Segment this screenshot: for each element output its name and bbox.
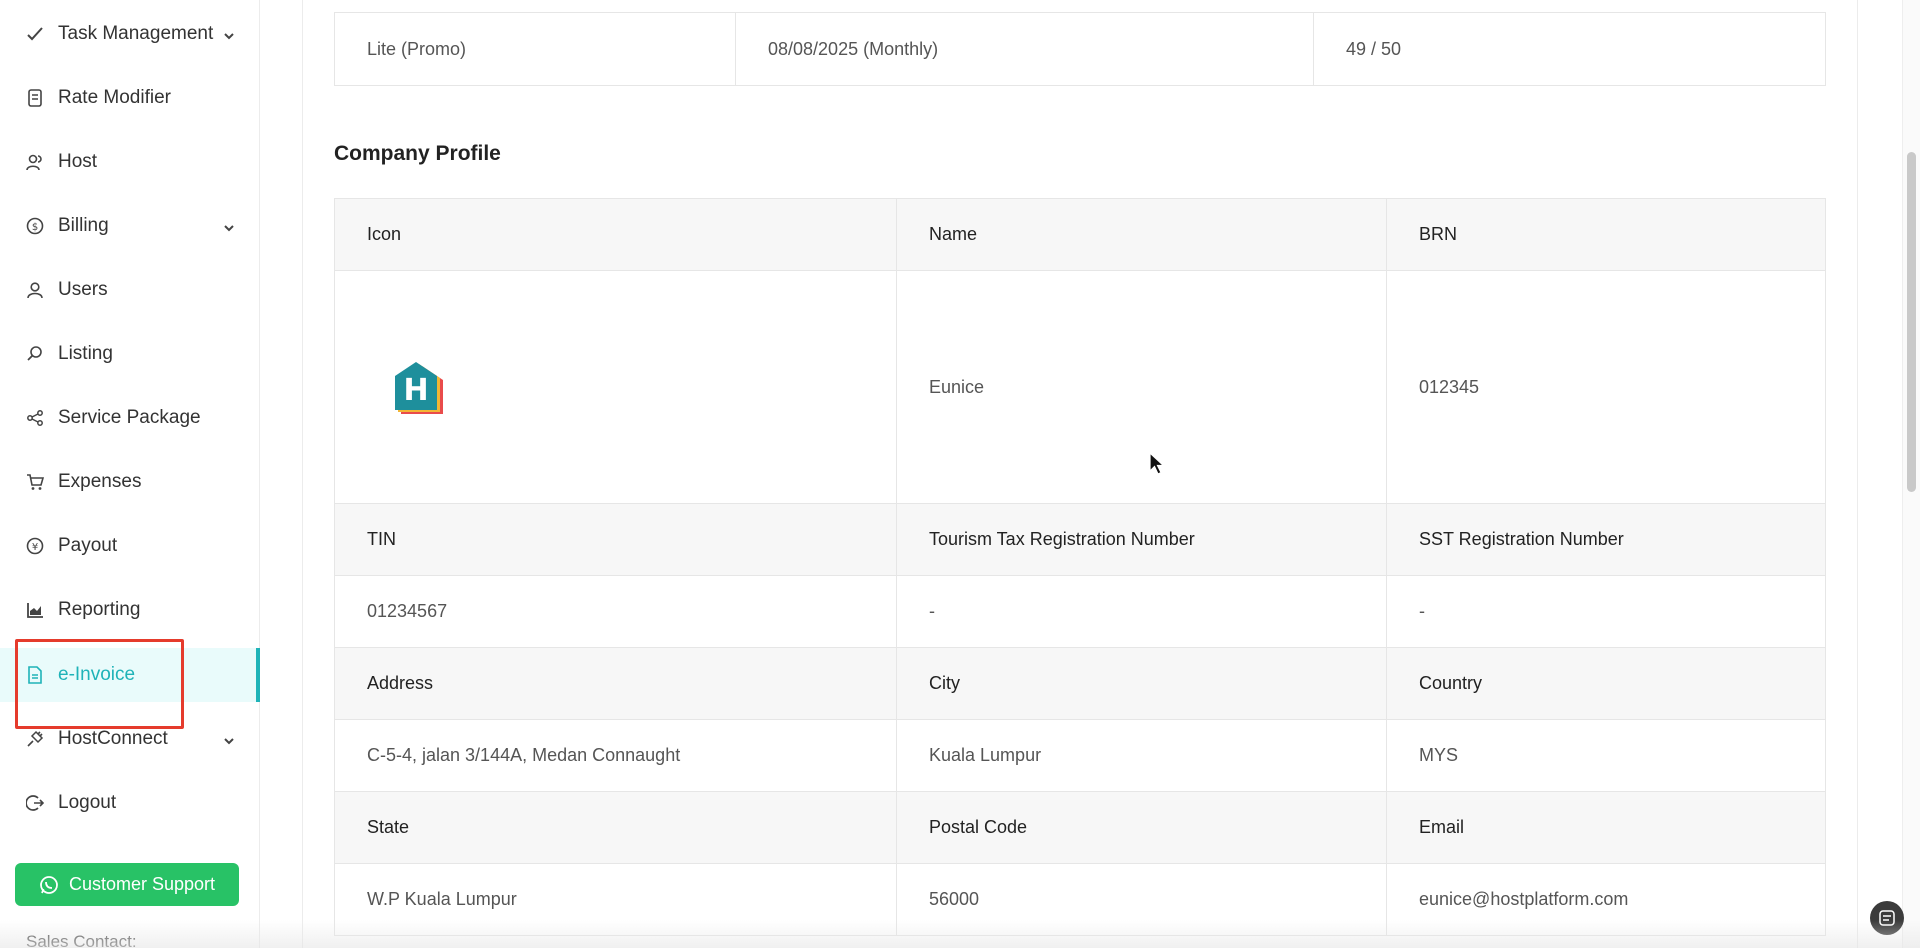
header-sst: SST Registration Number [1386, 503, 1826, 576]
customer-support-label: Customer Support [68, 874, 216, 894]
sidebar-item-label: Task Management [58, 23, 214, 44]
rate-icon [26, 89, 44, 107]
table-header-row: State Postal Code Email [334, 791, 1826, 864]
sidebar-item-hostconnect[interactable]: HostConnect [0, 712, 260, 766]
sales-contact-label: Sales Contact: [26, 932, 137, 948]
search-icon [26, 345, 44, 363]
sidebar-item-listing[interactable]: Listing [0, 327, 260, 381]
table-row: C-5-4, jalan 3/144A, Medan Connaught Kua… [334, 719, 1826, 792]
header-brn: BRN [1386, 198, 1826, 271]
logout-icon [26, 794, 44, 812]
company-name: Eunice [896, 270, 1387, 504]
sidebar-item-label: Host [58, 151, 98, 172]
header-state: State [334, 791, 897, 864]
sidebar-item-e-invoice[interactable]: e-Invoice [0, 648, 260, 702]
scrollbar[interactable] [1902, 0, 1920, 948]
yen-icon: ¥ [26, 537, 44, 555]
table-header-row: TIN Tourism Tax Registration Number SST … [334, 503, 1826, 576]
table-row: W.P Kuala Lumpur 56000 eunice@hostplatfo… [334, 863, 1826, 936]
sidebar-item-label: Reporting [58, 599, 141, 620]
header-icon: Icon [334, 198, 897, 271]
chevron-down-icon [222, 732, 236, 746]
sidebar: Task Management Rate Modifier Host $ Bil… [0, 0, 260, 948]
table-header-row: Address City Country [334, 647, 1826, 720]
sidebar-item-host[interactable]: Host [0, 135, 260, 189]
svg-text:$: $ [32, 222, 38, 233]
country-value: MYS [1386, 719, 1826, 792]
sidebar-item-logout[interactable]: Logout [0, 776, 260, 830]
header-tourism-tax: Tourism Tax Registration Number [896, 503, 1387, 576]
header-city: City [896, 647, 1387, 720]
city-value: Kuala Lumpur [896, 719, 1387, 792]
app-window: Task Management Rate Modifier Host $ Bil… [0, 0, 1920, 948]
sidebar-item-users[interactable]: Users [0, 263, 260, 317]
company-logo: H [387, 356, 449, 418]
plan-usage: 49 / 50 [1313, 12, 1826, 86]
plan-table: Lite (Promo) 08/08/2025 (Monthly) 49 / 5… [334, 12, 1826, 86]
sidebar-item-service-package[interactable]: Service Package [0, 391, 260, 445]
header-email: Email [1386, 791, 1826, 864]
svg-text:H: H [403, 373, 428, 408]
cart-icon [26, 473, 44, 491]
customer-support-button[interactable]: Customer Support [15, 863, 239, 906]
header-postal-code: Postal Code [896, 791, 1387, 864]
document-icon [26, 666, 44, 684]
scrollbar-thumb[interactable] [1907, 152, 1916, 492]
sidebar-item-rate-modifier[interactable]: Rate Modifier [0, 71, 260, 125]
header-country: Country [1386, 647, 1826, 720]
chevron-down-icon [222, 27, 236, 41]
svg-text:¥: ¥ [32, 542, 38, 553]
chart-icon [26, 601, 44, 619]
menu-icon [1879, 910, 1895, 926]
sidebar-item-label: Expenses [58, 471, 142, 492]
tin-value: 01234567 [334, 575, 897, 648]
header-address: Address [334, 647, 897, 720]
sidebar-item-label: Users [58, 279, 108, 300]
section-title: Company Profile [334, 142, 501, 165]
billing-icon: $ [26, 217, 44, 235]
table-row: Lite (Promo) 08/08/2025 (Monthly) 49 / 5… [334, 12, 1826, 86]
email-value: eunice@hostplatform.com [1386, 863, 1826, 936]
task-icon [26, 25, 44, 43]
sidebar-item-billing[interactable]: $ Billing [0, 199, 260, 253]
sidebar-item-reporting[interactable]: Reporting [0, 583, 260, 637]
sidebar-item-label: Listing [58, 343, 113, 364]
sidebar-item-label: e-Invoice [58, 664, 136, 685]
sidebar-item-label: HostConnect [58, 728, 168, 749]
share-icon [26, 409, 44, 427]
sidebar-item-label: Service Package [58, 407, 201, 428]
user-icon [26, 281, 44, 299]
plan-name: Lite (Promo) [334, 12, 736, 86]
table-row: 01234567 - - [334, 575, 1826, 648]
table-row: H Eunice 012345 [334, 270, 1826, 504]
sidebar-item-label: Rate Modifier [58, 87, 171, 108]
sidebar-item-expenses[interactable]: Expenses [0, 455, 260, 509]
sidebar-item-payout[interactable]: ¥ Payout [0, 519, 260, 573]
table-header-row: Icon Name BRN [334, 198, 1826, 271]
host-icon [26, 153, 44, 171]
tourism-tax-value: - [896, 575, 1387, 648]
company-profile-table: Icon Name BRN H Eunice 012345 TIN Touris… [334, 198, 1826, 936]
floating-action-button[interactable] [1870, 901, 1904, 935]
plan-date: 08/08/2025 (Monthly) [735, 12, 1314, 86]
chevron-down-icon [222, 219, 236, 233]
postal-code-value: 56000 [896, 863, 1387, 936]
state-value: W.P Kuala Lumpur [334, 863, 897, 936]
sidebar-item-label: Billing [58, 215, 109, 236]
sidebar-item-label: Logout [58, 792, 117, 813]
sidebar-item-task-management[interactable]: Task Management [0, 7, 260, 61]
sst-value: - [1386, 575, 1826, 648]
sidebar-item-label: Payout [58, 535, 118, 556]
header-tin: TIN [334, 503, 897, 576]
plug-icon [26, 730, 44, 748]
address-value: C-5-4, jalan 3/144A, Medan Connaught [334, 719, 897, 792]
mouse-cursor-icon [1149, 451, 1166, 476]
company-brn: 012345 [1386, 270, 1826, 504]
header-name: Name [896, 198, 1387, 271]
company-logo-cell: H [334, 270, 897, 504]
whatsapp-icon [39, 875, 59, 895]
